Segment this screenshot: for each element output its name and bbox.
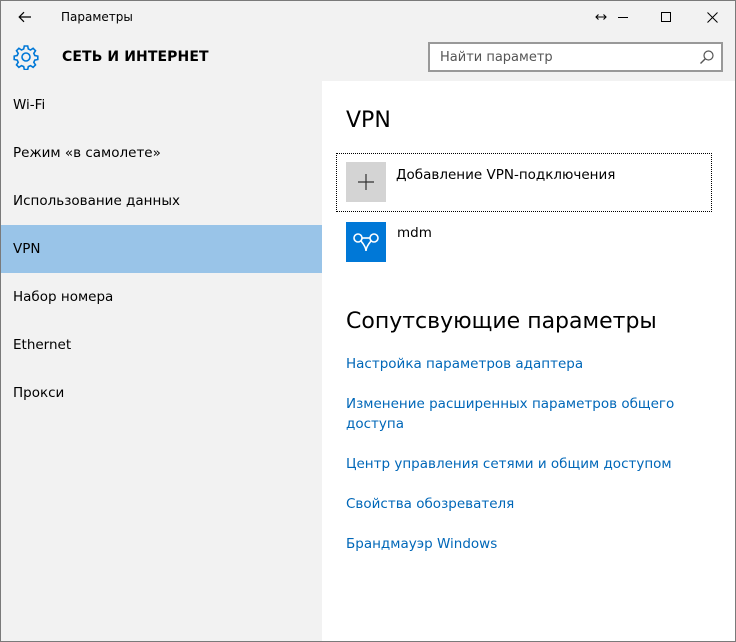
sidebar-item-label: Использование данных [13, 193, 180, 209]
link-network-sharing-center[interactable]: Центр управления сетями и общим доступом [346, 454, 706, 474]
close-button[interactable] [689, 1, 735, 33]
sidebar-item-label: Набор номера [13, 289, 114, 305]
sidebar-item-airplane-mode[interactable]: Режим «в самолете» [1, 129, 322, 177]
sidebar-item-label: VPN [13, 241, 41, 257]
sidebar-item-label: Режим «в самолете» [13, 145, 161, 161]
vpn-connection-item[interactable]: mdm [346, 222, 706, 264]
page-header: СЕТЬ И ИНТЕРНЕТ [1, 33, 735, 81]
back-button[interactable] [1, 1, 49, 33]
add-vpn-button[interactable]: Добавление VPN-подключения [336, 153, 712, 212]
gear-icon [13, 45, 39, 70]
sidebar-item-data-usage[interactable]: Использование данных [1, 177, 322, 225]
maximize-button[interactable] [643, 1, 689, 33]
minimize-icon [618, 17, 628, 18]
maximize-icon [661, 12, 671, 22]
search-input[interactable] [430, 44, 690, 70]
link-internet-options[interactable]: Свойства обозревателя [346, 494, 706, 514]
sidebar-item-label: Прокси [13, 385, 65, 401]
vpn-connection-icon [353, 233, 379, 252]
settings-window: Параметры СЕТЬ И ИНТЕРНЕТ Найти параметр… [0, 0, 736, 642]
sidebar-item-vpn[interactable]: VPN [1, 225, 322, 273]
vpn-connection-name: mdm [397, 225, 432, 241]
page-title: СЕТЬ И ИНТЕРНЕТ [62, 49, 209, 65]
window-title: Параметры [61, 10, 133, 24]
related-settings-title: Сопутсвующие параметры [346, 309, 657, 334]
title-bar[interactable]: Параметры [1, 1, 735, 33]
plus-icon [358, 174, 374, 190]
section-title: VPN [346, 108, 391, 133]
add-vpn-tile [346, 162, 386, 202]
minimize-button[interactable] [600, 1, 646, 33]
link-adapter-options[interactable]: Настройка параметров адаптера [346, 354, 706, 374]
main-content: VPN Добавление VPN-подключения mdm Сопут… [322, 81, 735, 641]
add-vpn-label: Добавление VPN-подключения [396, 167, 616, 183]
sidebar: Wi-Fi Режим «в самолете» Использование д… [1, 81, 322, 641]
search-box[interactable] [428, 42, 723, 72]
sidebar-item-ethernet[interactable]: Ethernet [1, 321, 322, 369]
close-icon [706, 11, 718, 23]
sidebar-item-wifi[interactable]: Wi-Fi [1, 81, 322, 129]
link-windows-firewall[interactable]: Брандмауэр Windows [346, 534, 706, 554]
vpn-connection-tile [346, 222, 386, 262]
sidebar-item-label: Wi-Fi [13, 97, 46, 113]
sidebar-item-dial-up[interactable]: Набор номера [1, 273, 322, 321]
link-advanced-sharing[interactable]: Изменение расширенных параметров общего … [346, 394, 686, 434]
back-arrow-icon [18, 11, 31, 23]
sidebar-item-proxy[interactable]: Прокси [1, 369, 322, 417]
sidebar-item-label: Ethernet [13, 337, 72, 353]
search-icon[interactable] [699, 49, 715, 65]
